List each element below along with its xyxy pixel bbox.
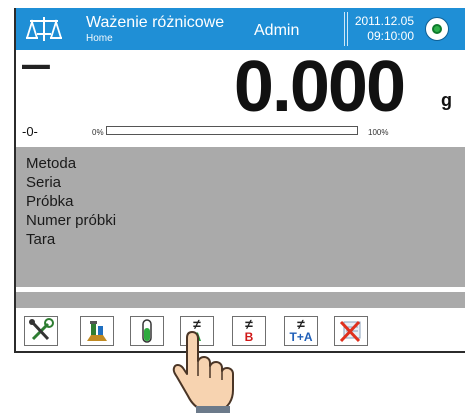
info-line-series: Seria — [26, 174, 62, 191]
user-name[interactable]: Admin — [254, 22, 299, 40]
delete-data-icon — [339, 320, 361, 343]
difference-ta-label: T+A — [289, 330, 313, 344]
info-line-method: Metoda — [26, 155, 77, 172]
time-display: 09:10:00 — [367, 29, 414, 43]
weighing-display: ▬ ▬ 0.000 g -0- 0% 100% — [16, 47, 465, 145]
separator-bar — [16, 292, 465, 308]
status-ok-icon[interactable] — [425, 17, 449, 41]
test-tube-button[interactable] — [130, 316, 164, 346]
difference-ta-button[interactable]: ≠ T+A — [284, 316, 318, 346]
header-divider — [344, 12, 348, 46]
mode-title: Ważenie różnicowe — [86, 14, 225, 31]
balance-logo-icon[interactable] — [24, 14, 64, 44]
bar-max-label: 100% — [368, 128, 389, 137]
loader-icon — [87, 321, 107, 341]
info-line-tare: Tara — [26, 231, 56, 248]
info-line-sample: Próbka — [26, 193, 74, 210]
pointing-hand-icon — [172, 331, 234, 413]
weight-unit[interactable]: g — [441, 90, 452, 111]
delete-data-button[interactable] — [334, 316, 368, 346]
load-bargraph — [106, 126, 358, 135]
test-tube-icon — [142, 319, 152, 343]
status-dot — [432, 24, 442, 34]
function-toolbar: ≠ A ≠ B ≠ T+A — [16, 310, 465, 351]
loader-button[interactable] — [80, 316, 114, 346]
info-line-sample-number: Numer próbki — [26, 212, 117, 229]
weight-value: 0.000 — [233, 47, 406, 127]
bar-min-label: 0% — [92, 128, 104, 137]
info-panel: Metoda Seria Próbka Numer próbki Tara — [16, 147, 465, 287]
date-display: 2011.12.05 — [354, 14, 414, 28]
tools-icon — [29, 318, 54, 341]
tools-button[interactable] — [24, 316, 58, 346]
stability-marker: ▬ ▬ — [22, 56, 50, 72]
zero-indicator: -0- — [22, 124, 38, 139]
header-bar: Ważenie różnicowe Home Admin 2011.12.05 … — [16, 8, 465, 50]
balance-screen: Ważenie różnicowe Home Admin 2011.12.05 … — [14, 8, 465, 353]
breadcrumb: Home — [86, 33, 113, 44]
